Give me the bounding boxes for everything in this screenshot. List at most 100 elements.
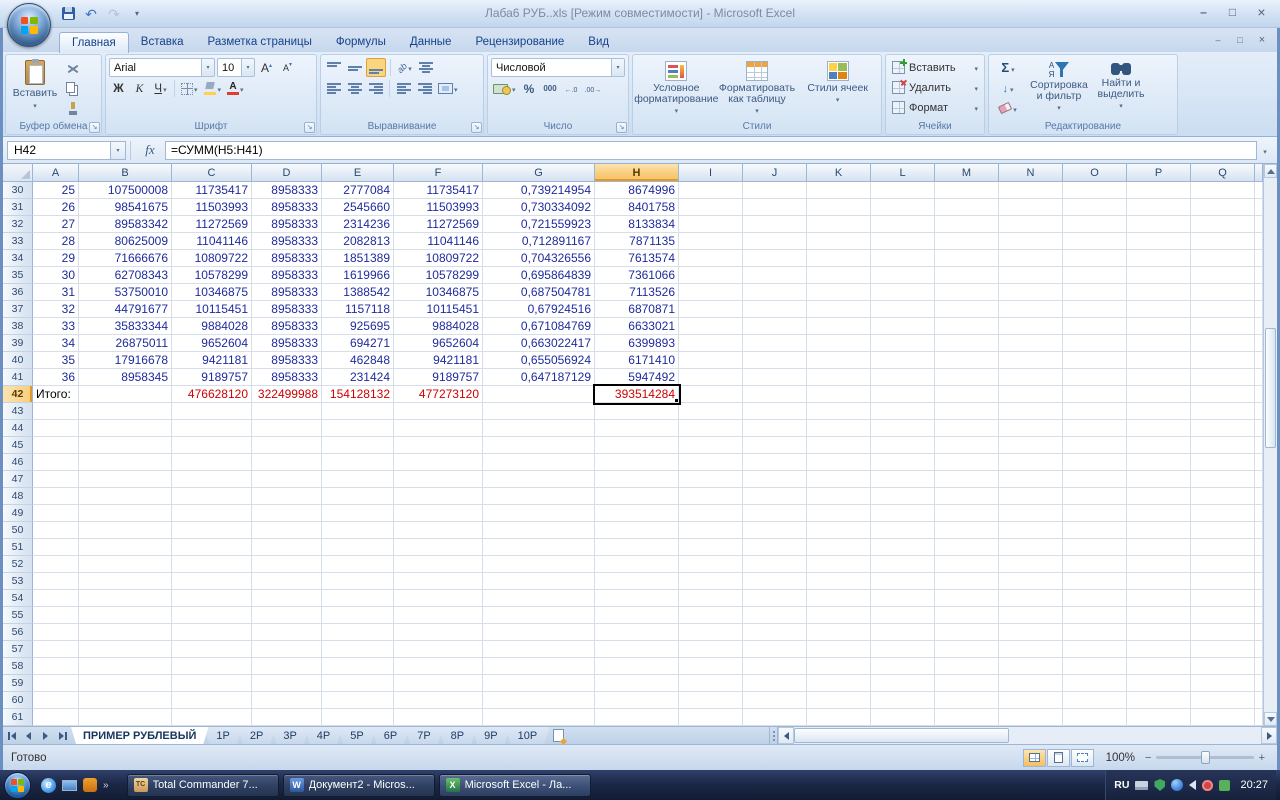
decrease-decimal-button[interactable] — [583, 79, 604, 98]
column-header-B[interactable]: B — [79, 164, 172, 182]
cell-H41[interactable]: 5947492 — [595, 369, 679, 386]
cell-E55[interactable] — [322, 607, 394, 624]
cell-B38[interactable]: 35833344 — [79, 318, 172, 335]
row-header-50[interactable]: 50 — [3, 522, 33, 539]
cell-I34[interactable] — [679, 250, 743, 267]
cell-N39[interactable] — [999, 335, 1063, 352]
paste-button[interactable]: Вставить — [9, 58, 61, 120]
cell-N59[interactable] — [999, 675, 1063, 692]
cell-O55[interactable] — [1063, 607, 1127, 624]
cell-Q42[interactable] — [1191, 386, 1255, 403]
cell-P35[interactable] — [1127, 267, 1191, 284]
cell-K57[interactable] — [807, 641, 871, 658]
cell-K52[interactable] — [807, 556, 871, 573]
minimize-button[interactable] — [1190, 3, 1217, 21]
cell-H45[interactable] — [595, 437, 679, 454]
row-header-53[interactable]: 53 — [3, 573, 33, 590]
cell-G55[interactable] — [483, 607, 595, 624]
cell-P58[interactable] — [1127, 658, 1191, 675]
cell-C47[interactable] — [172, 471, 252, 488]
cell-J30[interactable] — [743, 182, 807, 199]
cell-M40[interactable] — [935, 352, 999, 369]
cell-I38[interactable] — [679, 318, 743, 335]
cell-L38[interactable] — [871, 318, 935, 335]
cell-C59[interactable] — [172, 675, 252, 692]
row-header-56[interactable]: 56 — [3, 624, 33, 641]
cell-M61[interactable] — [935, 709, 999, 726]
decrease-indent-button[interactable] — [394, 79, 413, 98]
cell-N61[interactable] — [999, 709, 1063, 726]
cell-P39[interactable] — [1127, 335, 1191, 352]
cell-J35[interactable] — [743, 267, 807, 284]
tab-splitter[interactable] — [769, 727, 777, 744]
taskbar-clock[interactable]: 20:27 — [1240, 779, 1268, 791]
cell-M33[interactable] — [935, 233, 999, 250]
cell-I42[interactable] — [679, 386, 743, 403]
cell-F49[interactable] — [394, 505, 483, 522]
cell-A31[interactable]: 26 — [33, 199, 79, 216]
cell-E35[interactable]: 1619966 — [322, 267, 394, 284]
cell-R46[interactable] — [1255, 454, 1263, 471]
cell-J34[interactable] — [743, 250, 807, 267]
cell-R42[interactable] — [1255, 386, 1263, 403]
cell-R47[interactable] — [1255, 471, 1263, 488]
cell-I44[interactable] — [679, 420, 743, 437]
cell-A33[interactable]: 28 — [33, 233, 79, 250]
cell-K30[interactable] — [807, 182, 871, 199]
cell-B52[interactable] — [79, 556, 172, 573]
cell-C57[interactable] — [172, 641, 252, 658]
cell-N58[interactable] — [999, 658, 1063, 675]
cell-A47[interactable] — [33, 471, 79, 488]
cell-L35[interactable] — [871, 267, 935, 284]
cell-M41[interactable] — [935, 369, 999, 386]
cell-B58[interactable] — [79, 658, 172, 675]
number-dialog-launcher[interactable] — [616, 122, 627, 133]
cell-I36[interactable] — [679, 284, 743, 301]
cell-M39[interactable] — [935, 335, 999, 352]
next-sheet-button[interactable] — [37, 727, 54, 744]
cell-Q46[interactable] — [1191, 454, 1255, 471]
vertical-scroll-thumb[interactable] — [1265, 328, 1276, 448]
keyboard-tray-icon[interactable] — [1135, 780, 1149, 790]
row-header-48[interactable]: 48 — [3, 488, 33, 505]
name-box[interactable]: H42 — [7, 140, 111, 160]
scroll-down-button[interactable] — [1264, 712, 1277, 726]
cell-A58[interactable] — [33, 658, 79, 675]
cell-R34[interactable] — [1255, 250, 1263, 267]
cell-H58[interactable] — [595, 658, 679, 675]
column-header-C[interactable]: C — [172, 164, 252, 182]
cell-M58[interactable] — [935, 658, 999, 675]
cell-F47[interactable] — [394, 471, 483, 488]
cell-O45[interactable] — [1063, 437, 1127, 454]
row-header-47[interactable]: 47 — [3, 471, 33, 488]
row-header-42[interactable]: 42 — [3, 386, 33, 403]
sheet-tab-9[interactable]: 8Р — [439, 727, 476, 744]
font-dialog-launcher[interactable] — [304, 122, 315, 133]
underline-button[interactable]: Ч — [151, 79, 170, 98]
cell-G54[interactable] — [483, 590, 595, 607]
cell-D34[interactable]: 8958333 — [252, 250, 322, 267]
cell-P41[interactable] — [1127, 369, 1191, 386]
cell-A56[interactable] — [33, 624, 79, 641]
cell-E57[interactable] — [322, 641, 394, 658]
cell-J43[interactable] — [743, 403, 807, 420]
cell-D55[interactable] — [252, 607, 322, 624]
column-header-F[interactable]: F — [394, 164, 483, 182]
cell-B61[interactable] — [79, 709, 172, 726]
cell-R40[interactable] — [1255, 352, 1263, 369]
cell-R57[interactable] — [1255, 641, 1263, 658]
cell-A42[interactable]: Итого: — [33, 386, 79, 403]
cell-J47[interactable] — [743, 471, 807, 488]
qat-customize-button[interactable]: ▾ — [127, 4, 147, 23]
cell-H38[interactable]: 6633021 — [595, 318, 679, 335]
cell-N51[interactable] — [999, 539, 1063, 556]
cell-A43[interactable] — [33, 403, 79, 420]
cell-B40[interactable]: 17916678 — [79, 352, 172, 369]
cell-I30[interactable] — [679, 182, 743, 199]
alignment-dialog-launcher[interactable] — [471, 122, 482, 133]
cell-L31[interactable] — [871, 199, 935, 216]
cell-G32[interactable]: 0,721559923 — [483, 216, 595, 233]
cell-H33[interactable]: 7871135 — [595, 233, 679, 250]
cell-E31[interactable]: 2545660 — [322, 199, 394, 216]
cell-G31[interactable]: 0,730334092 — [483, 199, 595, 216]
